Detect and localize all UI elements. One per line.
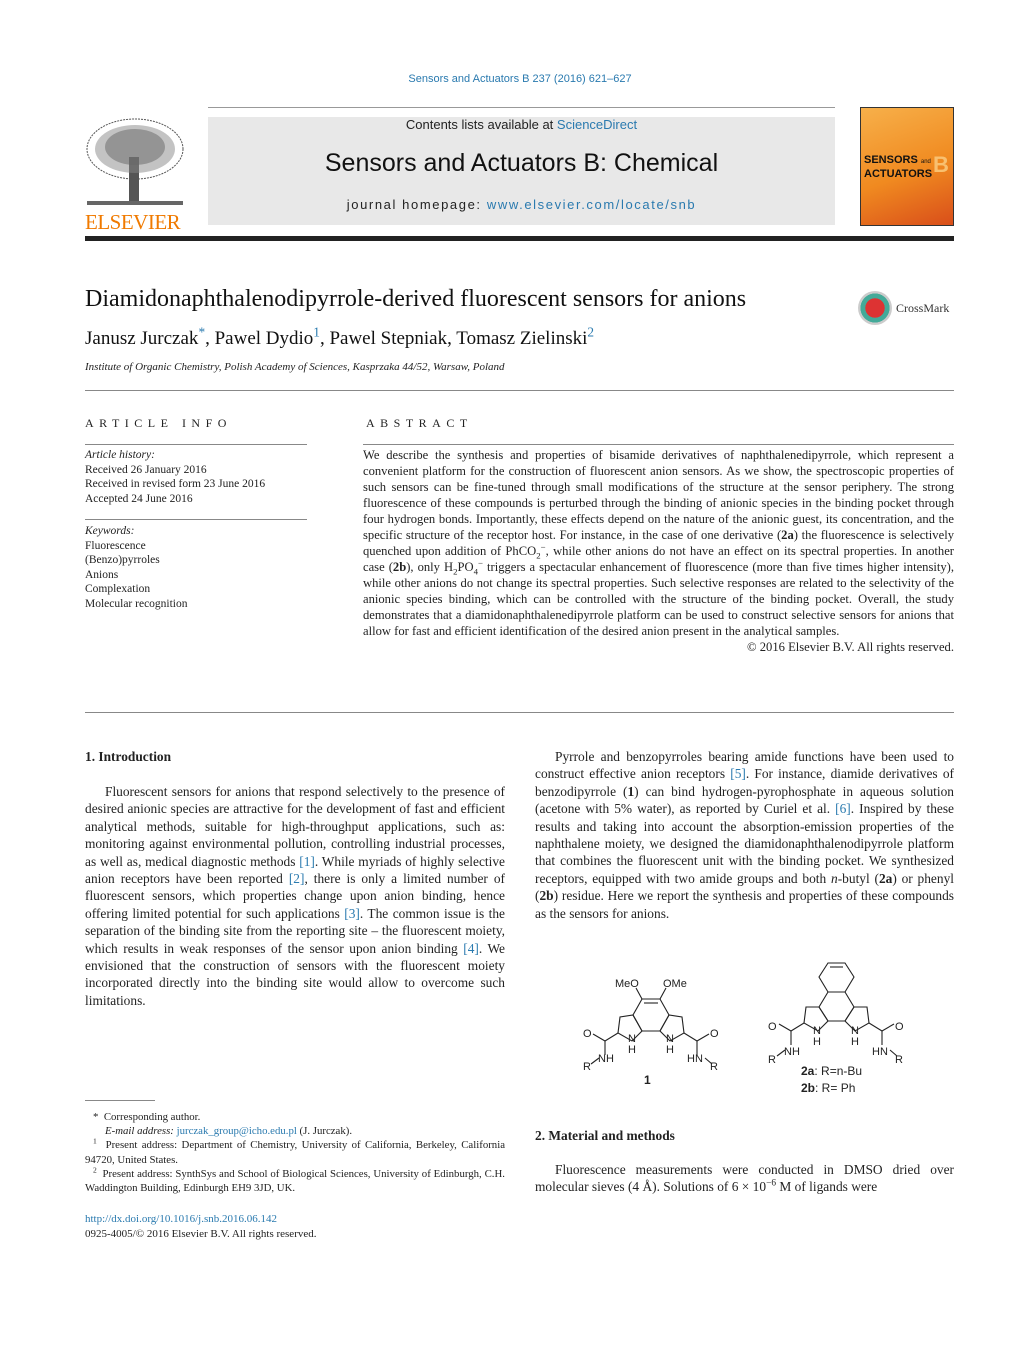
- svg-text:2b: R= Ph: 2b: R= Ph: [801, 1081, 855, 1095]
- methods-heading: 2. Material and methods: [535, 1128, 675, 1143]
- doi-link[interactable]: http://dx.doi.org/10.1016/j.snb.2016.06.…: [85, 1213, 277, 1225]
- article-title: Diamidonaphthalenodipyrrole-derived fluo…: [85, 286, 747, 312]
- svg-text:1: 1: [644, 1073, 651, 1087]
- svg-text:NH: NH: [598, 1053, 614, 1065]
- email-link[interactable]: jurczak_group@icho.edu.pl: [177, 1125, 297, 1137]
- sciencedirect-link[interactable]: ScienceDirect: [557, 117, 637, 132]
- svg-text:R: R: [768, 1054, 776, 1066]
- article-info-heading: ARTICLE INFO: [85, 416, 232, 430]
- svg-text:O: O: [583, 1028, 592, 1040]
- svg-text:HN: HN: [872, 1046, 888, 1058]
- journal-title: Sensors and Actuators B: Chemical: [324, 149, 719, 177]
- svg-text:HN: HN: [687, 1053, 703, 1065]
- svg-text:O: O: [768, 1021, 777, 1033]
- issn: 0925-4005/© 2016 Elsevier B.V. All right…: [85, 1227, 317, 1240]
- keywords: Keywords: Fluorescence (Benzo)pyrroles A…: [85, 525, 188, 610]
- svg-text:O: O: [710, 1028, 719, 1040]
- svg-text:O: O: [895, 1021, 904, 1033]
- crossmark-icon: [858, 291, 892, 325]
- structure-compound-2: O O NH NH NH HN R R 2a: R=n-Bu 2b: R= Ph: [768, 962, 904, 1095]
- crossmark-button[interactable]: CrossMark: [858, 291, 949, 325]
- intro-text: Fluorescent sensors for anions that resp…: [85, 784, 506, 1008]
- footnotes: * Corresponding author. E-mail address: …: [85, 1111, 506, 1195]
- homepage-link[interactable]: www.elsevier.com/locate/snb: [487, 197, 696, 212]
- svg-text:H: H: [666, 1044, 674, 1056]
- journal-header: Contents lists available at ScienceDirec…: [208, 117, 835, 225]
- intro-heading: 1. Introduction: [85, 749, 172, 764]
- affiliation: Institute of Organic Chemistry, Polish A…: [85, 361, 505, 373]
- svg-text:R: R: [895, 1054, 903, 1066]
- structure-compound-1: MeO OMe O O NH NH NH HN R R 1: [583, 978, 719, 1087]
- svg-text:R: R: [710, 1061, 718, 1073]
- svg-text:MeO: MeO: [615, 978, 639, 990]
- authors: Janusz Jurczak*, Pawel Dydio1, Pawel Ste…: [85, 324, 595, 349]
- svg-text:OMe: OMe: [663, 978, 687, 990]
- citation-link[interactable]: Sensors and Actuators B 237 (2016) 621–6…: [408, 73, 631, 85]
- svg-text:H: H: [813, 1036, 821, 1048]
- elsevier-logo: ELSEVIER: [85, 117, 185, 233]
- chemical-structures: MeO OMe O O NH NH NH HN R R 1 O O NH NH …: [583, 962, 904, 1095]
- svg-text:2a: R=n-Bu: 2a: R=n-Bu: [801, 1064, 862, 1078]
- paper-page: Sensors and Actuators B 237 (2016) 621–6…: [85, 73, 954, 1240]
- svg-text:NH: NH: [784, 1046, 800, 1058]
- journal-cover: SENSORS and ACTUATORS B: [860, 107, 954, 226]
- abstract-heading: ABSTRACT: [366, 416, 473, 430]
- svg-text:H: H: [628, 1044, 636, 1056]
- right-column-text: Pyrrole and benzopyrroles bearing amide …: [535, 749, 954, 921]
- svg-text:H: H: [851, 1036, 859, 1048]
- svg-text:R: R: [583, 1061, 591, 1073]
- methods-text: Fluorescence measurements were conducted…: [535, 1162, 954, 1195]
- abstract-text: We describe the synthesis and properties…: [363, 448, 954, 654]
